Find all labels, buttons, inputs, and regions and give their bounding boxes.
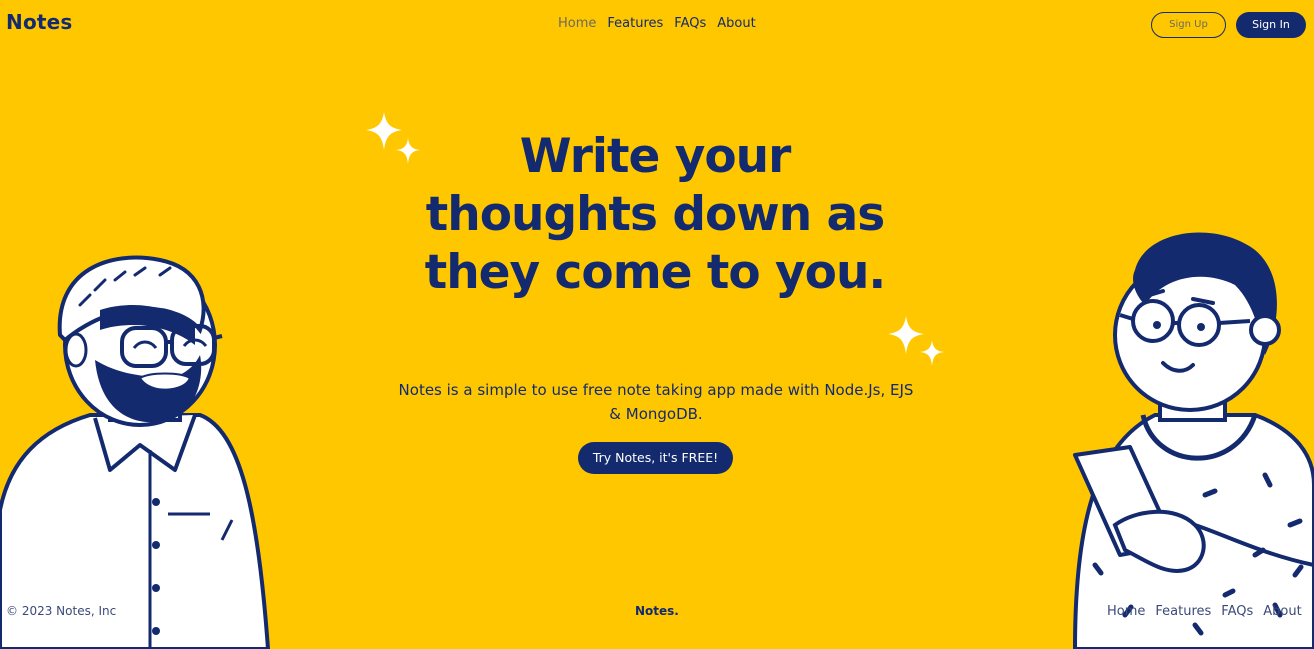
nav-link-home[interactable]: Home xyxy=(558,16,596,31)
brand-logo[interactable]: Notes xyxy=(6,10,73,34)
try-notes-button[interactable]: Try Notes, it's FREE! xyxy=(578,442,733,474)
footer-nav: Home Features FAQs About xyxy=(1107,604,1302,619)
hero-title: Write your thoughts down as they come to… xyxy=(424,129,887,300)
footer-link-home[interactable]: Home xyxy=(1107,604,1145,619)
footer-brand[interactable]: Notes. xyxy=(635,604,679,618)
top-navbar: Notes Home Features FAQs About Sign Up S… xyxy=(0,0,1314,50)
sign-in-button[interactable]: Sign In xyxy=(1236,12,1306,38)
man-illustration xyxy=(0,255,271,649)
hero-subtitle: Notes is a simple to use free note takin… xyxy=(398,381,914,423)
woman-illustration xyxy=(1072,232,1314,649)
footer-link-about[interactable]: About xyxy=(1263,604,1301,619)
footer-link-features[interactable]: Features xyxy=(1155,604,1211,619)
footer-link-faqs[interactable]: FAQs xyxy=(1221,604,1253,619)
sign-up-button[interactable]: Sign Up xyxy=(1151,12,1226,38)
nav-link-about[interactable]: About xyxy=(717,16,755,31)
sparkle-icon xyxy=(888,316,944,366)
nav-link-faqs[interactable]: FAQs xyxy=(674,16,706,31)
nav-link-features[interactable]: Features xyxy=(607,16,663,31)
main-nav: Home Features FAQs About xyxy=(558,16,756,31)
footer-copyright: © 2023 Notes, Inc xyxy=(6,604,117,618)
